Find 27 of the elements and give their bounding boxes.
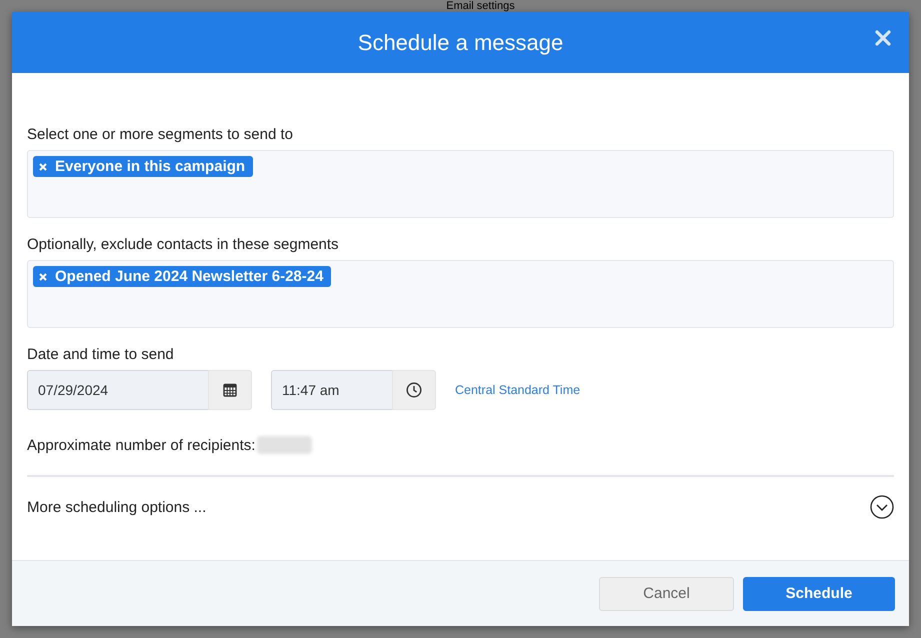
more-options-toggle[interactable]: More scheduling options ... — [27, 477, 894, 519]
remove-icon[interactable] — [39, 272, 47, 280]
field-label: Date and time to send — [27, 346, 175, 363]
clock-icon — [406, 382, 422, 398]
remove-icon[interactable] — [39, 162, 47, 170]
segment-field[interactable]: Everyone in this campaign — [27, 150, 894, 218]
tag-label: Opened June 2024 Newsletter 6-28-24 — [55, 268, 324, 285]
more-options-label: More scheduling options ... — [27, 498, 206, 516]
schedule-button[interactable]: Schedule — [743, 576, 895, 610]
segment-field[interactable]: Opened June 2024 Newsletter 6-28-24 — [27, 260, 894, 328]
cancel-button[interactable]: Cancel — [599, 576, 734, 610]
page-title: Email settings — [445, 0, 516, 12]
segment-tag[interactable]: Everyone in this campaign — [33, 156, 254, 177]
dialog-title: Schedule a message — [358, 30, 564, 56]
field-label: Select one or more segments to send to — [27, 126, 294, 143]
tag-label: Everyone in this campaign — [55, 158, 246, 175]
date-field[interactable]: 07/29/2024 — [27, 370, 208, 410]
field-label: Optionally, exclude contacts in these segments — [27, 236, 340, 253]
recipients-label: Approximate number of recipients: — [27, 436, 256, 454]
segment-tag[interactable]: Opened June 2024 Newsletter 6-28-24 — [33, 266, 332, 287]
calendar-icon — [223, 383, 237, 397]
chevron-icon[interactable] — [870, 495, 894, 519]
close-icon[interactable] — [875, 30, 891, 46]
clock-button[interactable] — [392, 370, 436, 410]
timezone-link[interactable]: Central Standard Time — [455, 383, 580, 397]
time-field[interactable]: 11:47 am — [271, 370, 392, 410]
calendar-button[interactable] — [208, 370, 252, 410]
